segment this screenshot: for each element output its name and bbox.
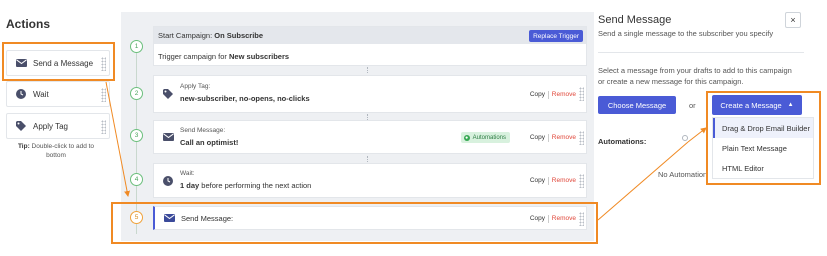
remove-link[interactable]: Remove [552,91,576,98]
step-type: Send Message: [180,127,226,134]
automations-badge[interactable]: ● Automations [460,132,510,143]
remove-link[interactable]: Remove [552,134,576,141]
drag-handle[interactable] [579,174,584,188]
step-number: 1 [130,40,143,53]
panel-title: Send Message [598,14,672,26]
automations-label: Automations: [598,137,647,146]
envelope-icon [162,131,174,143]
choose-message-button[interactable]: Choose Message [598,96,676,114]
action-label: Wait [33,89,49,99]
close-button[interactable]: × [785,12,801,28]
step-card-apply-tag[interactable]: Apply Tag: new-subscriber, no-opens, no-… [153,75,587,113]
step-number: 4 [130,173,143,186]
trigger-title: Start Campaign: On Subscribe [158,31,264,40]
action-wait[interactable]: Wait [6,81,110,107]
drag-handle[interactable] [101,88,106,102]
step-detail: Call an optimist! [180,138,239,147]
step-detail: 1 day before performing the next action [180,181,312,190]
separator [548,91,549,99]
connector [367,67,369,73]
highlight-frame [706,91,821,185]
step-type: Wait: [180,170,195,177]
connector [367,156,369,162]
trigger-card[interactable]: Start Campaign: On Subscribe Replace Tri… [153,26,587,66]
trigger-header: Start Campaign: On Subscribe Replace Tri… [154,27,586,44]
or-label: or [689,101,696,110]
panel-subtitle: Send a single message to the subscriber … [598,29,774,38]
copy-link[interactable]: Copy [530,91,545,98]
tag-icon [15,120,27,132]
step-detail: new-subscriber, no-opens, no-clicks [180,94,310,103]
step-card-wait[interactable]: Wait: 1 day before performing the next a… [153,163,587,198]
drag-handle[interactable] [579,131,584,145]
automation-icon: ● [463,134,470,141]
action-apply-tag[interactable]: Apply Tag [6,113,110,139]
step-type: Apply Tag: [180,83,211,90]
highlight-frame [111,202,598,244]
drag-handle[interactable] [101,120,106,134]
step-card-send-message[interactable]: Send Message: Call an optimist! ● Automat… [153,120,587,154]
separator [548,177,549,185]
separator [548,134,549,142]
clock-icon [162,175,174,187]
copy-link[interactable]: Copy [530,134,545,141]
clock-icon [15,88,27,100]
actions-title: Actions [6,17,51,31]
replace-trigger-button[interactable]: Replace Trigger [529,30,583,42]
action-label: Apply Tag [33,121,68,131]
step-number: 2 [130,87,143,100]
highlight-frame [2,42,115,81]
panel-description: Select a message from your drafts to add… [598,66,792,86]
tag-icon [162,88,174,100]
copy-link[interactable]: Copy [530,177,545,184]
remove-link[interactable]: Remove [552,177,576,184]
actions-panel: Actions Send a Message Wait Apply Tag Ti… [0,0,115,256]
tip-text: Tip: Double-click to add to bottom [17,143,95,159]
connector-handle [682,135,688,141]
step-number: 3 [130,129,143,142]
drag-handle[interactable] [579,87,584,101]
trigger-description: Trigger campaign for New subscribers [158,52,290,61]
divider [598,52,804,53]
no-automations-text: No Automation [658,170,708,179]
